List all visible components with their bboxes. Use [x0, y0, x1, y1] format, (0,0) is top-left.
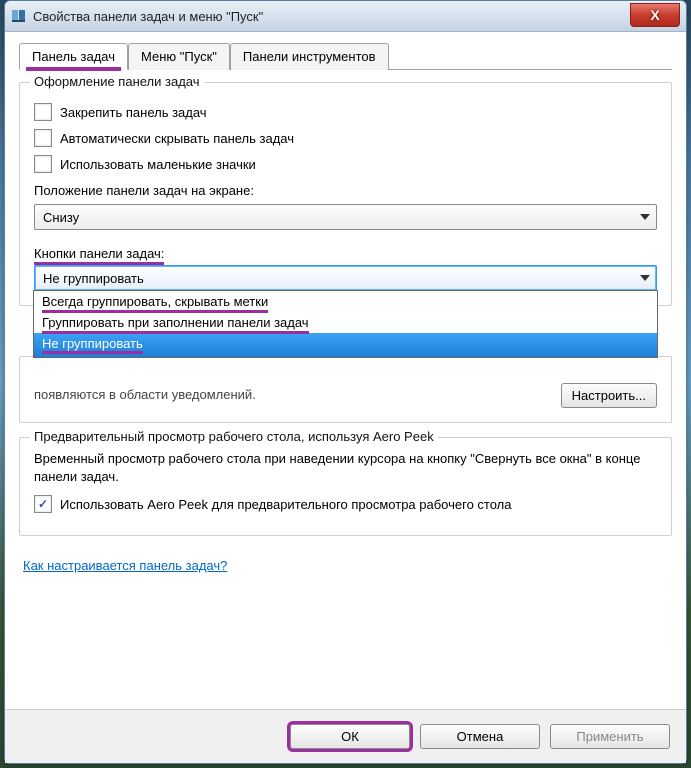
legend-appearance: Оформление панели задач	[30, 74, 204, 89]
dropdown-wrap: Не группировать Всегда группировать, скр…	[34, 265, 657, 291]
help-link[interactable]: Как настраивается панель задач?	[23, 558, 227, 573]
titlebar: Свойства панели задач и меню "Пуск" X	[5, 1, 686, 32]
checkbox-autohide[interactable]	[34, 129, 52, 147]
notification-area-text: появляются в области уведомлений.	[34, 387, 256, 404]
row-autohide[interactable]: Автоматически скрывать панель задач	[34, 129, 657, 147]
tab-taskbar[interactable]: Панель задач	[19, 43, 128, 70]
group-taskbar-appearance: Оформление панели задач Закрепить панель…	[19, 82, 672, 306]
label-aero-peek: Использовать Aero Peek для предварительн…	[60, 497, 512, 512]
tab-toolbars[interactable]: Панели инструментов	[230, 43, 389, 70]
chevron-down-icon	[640, 275, 650, 281]
chevron-down-icon	[640, 214, 650, 220]
label-autohide: Автоматически скрывать панель задач	[60, 131, 294, 146]
dropdown-taskbar-position[interactable]: Снизу	[34, 204, 657, 230]
aero-peek-description: Временный просмотр рабочего стола при на…	[34, 450, 657, 485]
dialog-content: Панель задач Меню "Пуск" Панели инструме…	[5, 32, 686, 709]
checkbox-aero-peek[interactable]	[34, 495, 52, 513]
close-button[interactable]: X	[630, 3, 680, 27]
label-taskbar-buttons: Кнопки панели задач:	[34, 246, 164, 261]
group-notification-area: появляются в области уведомлений. Настро…	[19, 356, 672, 423]
dropdown-buttons-value: Не группировать	[43, 271, 144, 286]
cancel-button[interactable]: Отмена	[420, 724, 540, 749]
row-small-icons[interactable]: Использовать маленькие значки	[34, 155, 657, 173]
ok-button[interactable]: ОК	[290, 724, 410, 749]
dialog-window: Свойства панели задач и меню "Пуск" X Па…	[4, 0, 687, 764]
option-combine-when-full[interactable]: Группировать при заполнении панели задач	[34, 312, 657, 333]
tab-strip: Панель задач Меню "Пуск" Панели инструме…	[19, 42, 672, 70]
app-icon	[11, 8, 27, 24]
label-lock-taskbar: Закрепить панель задач	[60, 105, 207, 120]
option-never-combine[interactable]: Не группировать	[34, 333, 657, 357]
row-aero-peek[interactable]: Использовать Aero Peek для предварительн…	[34, 495, 657, 513]
dropdown-list: Всегда группировать, скрывать метки Груп…	[33, 290, 658, 358]
checkbox-lock-taskbar[interactable]	[34, 103, 52, 121]
group-aero-peek: Предварительный просмотр рабочего стола,…	[19, 437, 672, 536]
label-small-icons: Использовать маленькие значки	[60, 157, 256, 172]
option-always-combine[interactable]: Всегда группировать, скрывать метки	[34, 291, 657, 312]
close-icon: X	[650, 7, 659, 23]
row-lock-taskbar[interactable]: Закрепить панель задач	[34, 103, 657, 121]
legend-aero-peek: Предварительный просмотр рабочего стола,…	[30, 429, 438, 444]
tab-start-menu[interactable]: Меню "Пуск"	[128, 43, 230, 70]
checkbox-small-icons[interactable]	[34, 155, 52, 173]
dropdown-taskbar-buttons[interactable]: Не группировать	[34, 265, 657, 291]
dropdown-pos-value: Снизу	[43, 210, 79, 225]
window-title: Свойства панели задач и меню "Пуск"	[33, 9, 263, 24]
label-taskbar-position: Положение панели задач на экране:	[34, 183, 657, 198]
apply-button[interactable]: Применить	[550, 724, 670, 749]
customize-button[interactable]: Настроить...	[561, 383, 657, 408]
dialog-button-bar: ОК Отмена Применить	[5, 709, 686, 763]
